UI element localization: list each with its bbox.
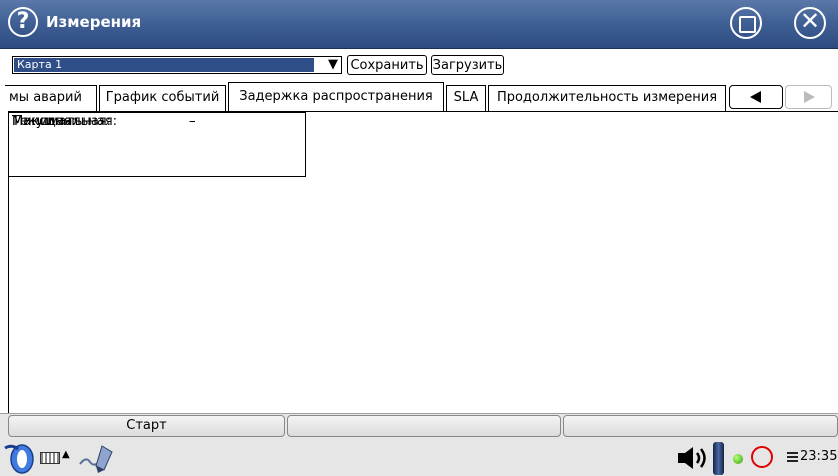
- delay-measurements-box: Текущая: – Минимальная: – Максимальная: …: [9, 112, 306, 177]
- clock: 23:35: [800, 449, 838, 464]
- card-select[interactable]: Карта 1 ▼: [12, 56, 342, 74]
- arrow-left-icon: [750, 91, 761, 103]
- bottom-panel: Старт ▲ 23:35: [0, 413, 838, 476]
- tab-content: Текущая: – Минимальная: – Максимальная: …: [8, 111, 838, 413]
- card-select-value: Карта 1: [14, 58, 314, 72]
- measurement-value: –: [189, 114, 196, 129]
- keyboard-icon[interactable]: [40, 452, 60, 464]
- tab-sla[interactable]: SLA: [446, 85, 486, 111]
- status-field-middle: [287, 415, 561, 437]
- window-title: Измерения: [46, 13, 142, 31]
- taskbar: ▲ 23:35: [0, 440, 838, 476]
- os-logo-icon[interactable]: [2, 442, 36, 474]
- measurement-label: Максимальная:: [12, 114, 118, 129]
- record-icon[interactable]: [751, 446, 773, 468]
- tab-bar: мы аварий График событий Задержка распро…: [0, 82, 838, 112]
- speaker-icon[interactable]: [676, 444, 710, 472]
- arrow-right-icon: [804, 91, 815, 103]
- battery-icon: [713, 442, 724, 475]
- status-field-right: [563, 415, 838, 437]
- title-bar: ? Измерения ✕: [0, 0, 838, 49]
- save-button[interactable]: Сохранить: [347, 55, 427, 75]
- handwriting-icon[interactable]: [72, 442, 122, 474]
- tab-prev-button[interactable]: [729, 85, 783, 109]
- start-button[interactable]: Старт: [8, 415, 285, 437]
- close-icon[interactable]: ✕: [794, 7, 826, 39]
- menu-icon[interactable]: [787, 452, 798, 463]
- arrow-up-icon[interactable]: ▲: [62, 449, 70, 460]
- status-led-icon: [733, 454, 743, 464]
- tab-propagation-delay[interactable]: Задержка распространения: [228, 82, 444, 112]
- dropdown-arrow-icon[interactable]: ▼: [328, 57, 338, 73]
- help-icon[interactable]: ?: [8, 7, 38, 37]
- stop-icon[interactable]: [730, 7, 762, 39]
- tab-measurement-duration[interactable]: Продолжительность измерения: [488, 85, 726, 111]
- tab-alarms[interactable]: мы аварий: [5, 85, 97, 111]
- load-button[interactable]: Загрузить: [431, 55, 504, 75]
- tab-event-graph[interactable]: График событий: [99, 85, 226, 111]
- tab-next-button[interactable]: [785, 85, 832, 109]
